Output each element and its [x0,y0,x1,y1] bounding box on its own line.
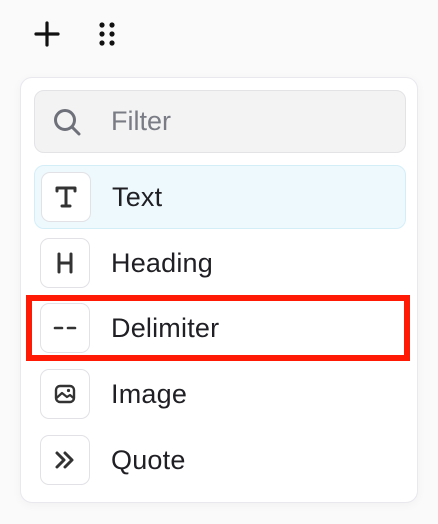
menu-item-label: Heading [111,247,213,278]
block-menu-popover: Text Heading Delimiter Image [20,77,418,503]
delimiter-icon [40,303,90,353]
menu-item-label: Delimiter [111,312,220,343]
menu-item-label: Image [111,378,188,409]
drag-handle-button[interactable] [90,19,124,53]
menu-item-quote[interactable]: Quote [34,428,406,492]
plus-icon [34,20,60,52]
menu-item-label: Quote [111,444,186,475]
menu-item-heading[interactable]: Heading [34,231,406,295]
filter-search-box[interactable] [34,90,406,153]
drag-handle-icon [97,20,117,53]
menu-item-label: Text [112,181,163,212]
menu-item-image[interactable]: Image [34,362,406,426]
filter-input[interactable] [111,106,361,137]
search-icon [49,104,85,140]
quote-icon [40,435,90,485]
image-icon [40,369,90,419]
add-block-button[interactable] [30,19,64,53]
menu-item-delimiter[interactable]: Delimiter [34,296,406,360]
block-toolbar [30,16,124,56]
text-icon [41,172,91,222]
menu-item-text[interactable]: Text [34,165,406,229]
heading-icon [40,238,90,288]
